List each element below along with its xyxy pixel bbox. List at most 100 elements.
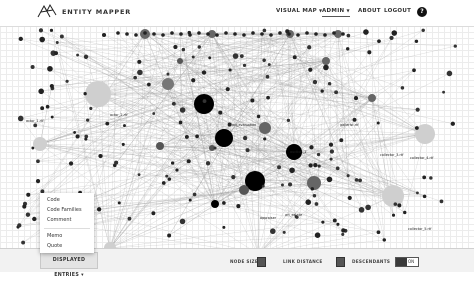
graph-node[interactable] bbox=[85, 81, 111, 107]
graph-node[interactable] bbox=[222, 226, 225, 229]
graph-node[interactable] bbox=[318, 164, 321, 167]
graph-node[interactable] bbox=[151, 211, 155, 215]
displayed-entries-button[interactable]: DISPLAYED ENTRIES ▾ bbox=[40, 252, 98, 269]
graph-node[interactable] bbox=[317, 153, 320, 156]
graph-node[interactable] bbox=[308, 68, 312, 72]
graph-node[interactable] bbox=[233, 53, 239, 59]
graph-node[interactable] bbox=[180, 219, 186, 225]
graph-node[interactable] bbox=[363, 29, 369, 35]
graph-node[interactable] bbox=[134, 33, 138, 37]
graph-node[interactable] bbox=[454, 44, 457, 47]
graph-node[interactable] bbox=[66, 80, 69, 83]
graph-node[interactable] bbox=[365, 205, 371, 211]
nav-admin[interactable]: ADMIN▼ bbox=[322, 8, 350, 17]
menu-item-memo[interactable]: Memo bbox=[47, 233, 62, 239]
graph-node[interactable] bbox=[346, 47, 349, 50]
graph-node[interactable] bbox=[31, 65, 35, 69]
graph-node[interactable] bbox=[263, 29, 267, 33]
graph-node[interactable] bbox=[222, 201, 226, 205]
graph-node[interactable] bbox=[123, 124, 126, 127]
graph-node[interactable] bbox=[347, 174, 350, 177]
graph-node[interactable] bbox=[198, 45, 201, 48]
graph-node[interactable] bbox=[36, 179, 40, 183]
graph-node[interactable] bbox=[330, 149, 334, 153]
graph-node[interactable] bbox=[39, 28, 43, 32]
graph-node[interactable] bbox=[122, 143, 125, 146]
graph-node[interactable] bbox=[18, 116, 24, 122]
graph-node[interactable] bbox=[161, 33, 165, 37]
graph-node[interactable] bbox=[397, 203, 401, 207]
graph-node[interactable] bbox=[56, 41, 59, 44]
graph-node[interactable] bbox=[147, 83, 151, 87]
graph-node[interactable] bbox=[305, 199, 311, 205]
graph-node[interactable] bbox=[266, 75, 270, 79]
graph-node[interactable] bbox=[259, 122, 271, 134]
graph-node[interactable] bbox=[195, 134, 199, 138]
graph-node[interactable] bbox=[177, 58, 183, 64]
graph-node[interactable] bbox=[143, 31, 147, 35]
graph-node[interactable] bbox=[133, 76, 137, 80]
graph-node[interactable] bbox=[355, 178, 359, 182]
graph-node[interactable] bbox=[321, 89, 324, 92]
graph-node[interactable] bbox=[165, 175, 168, 178]
graph-node[interactable] bbox=[296, 33, 300, 37]
graph-node[interactable] bbox=[168, 177, 172, 181]
graph-node[interactable] bbox=[97, 207, 101, 211]
graph-node[interactable] bbox=[38, 89, 44, 95]
graph-node[interactable] bbox=[102, 33, 106, 37]
graph-node[interactable] bbox=[423, 195, 426, 198]
graph-node[interactable] bbox=[322, 57, 330, 65]
menu-item-comment[interactable]: Comment bbox=[47, 217, 72, 223]
graph-node[interactable] bbox=[137, 70, 143, 76]
graph-node[interactable] bbox=[218, 111, 222, 115]
graph-node[interactable] bbox=[229, 69, 232, 72]
graph-node[interactable] bbox=[60, 35, 64, 39]
graph-node[interactable] bbox=[83, 92, 86, 95]
graph-node[interactable] bbox=[401, 86, 404, 89]
graph-node[interactable] bbox=[152, 112, 155, 115]
graph-node[interactable] bbox=[269, 33, 273, 37]
graph-node[interactable] bbox=[26, 212, 30, 216]
graph-node[interactable] bbox=[243, 136, 247, 140]
graph-node[interactable] bbox=[33, 124, 37, 128]
graph-node[interactable] bbox=[354, 96, 358, 100]
graph-node[interactable] bbox=[173, 45, 177, 49]
graph-node[interactable] bbox=[289, 167, 295, 173]
graph-node[interactable] bbox=[152, 32, 156, 36]
graph-node[interactable] bbox=[17, 223, 21, 227]
graph-node[interactable] bbox=[162, 181, 166, 185]
graph-node[interactable] bbox=[389, 36, 393, 40]
graph-node[interactable] bbox=[287, 32, 291, 36]
graph-node[interactable] bbox=[330, 158, 333, 161]
graph-node[interactable] bbox=[283, 231, 286, 234]
graph-node[interactable] bbox=[415, 40, 418, 43]
graph-node[interactable] bbox=[383, 238, 386, 241]
graph-node[interactable] bbox=[215, 33, 219, 37]
graph-node[interactable] bbox=[118, 201, 121, 204]
graph-node[interactable] bbox=[313, 80, 317, 84]
graph-node[interactable] bbox=[189, 199, 192, 202]
graph-node[interactable] bbox=[403, 211, 406, 214]
graph-node[interactable] bbox=[162, 78, 174, 90]
graph-node[interactable] bbox=[203, 99, 207, 103]
graph-node[interactable] bbox=[278, 31, 282, 35]
graph-node[interactable] bbox=[138, 173, 141, 176]
descendants-toggle[interactable]: ON bbox=[395, 257, 419, 267]
graph-node[interactable] bbox=[19, 37, 23, 41]
graph-node[interactable] bbox=[281, 184, 284, 187]
graph-node[interactable] bbox=[98, 154, 102, 158]
graph-node[interactable] bbox=[231, 175, 235, 179]
graph-node[interactable] bbox=[76, 54, 79, 57]
graph-node[interactable] bbox=[84, 55, 88, 59]
graph-node[interactable] bbox=[353, 118, 357, 122]
graph-node[interactable] bbox=[305, 31, 309, 35]
graph-node[interactable] bbox=[429, 176, 432, 179]
graph-node[interactable] bbox=[251, 31, 255, 35]
graph-node[interactable] bbox=[332, 31, 336, 35]
graph-node[interactable] bbox=[440, 200, 444, 204]
graph-node[interactable] bbox=[341, 228, 345, 232]
graph-node[interactable] bbox=[412, 68, 416, 72]
graph-node[interactable] bbox=[185, 135, 189, 139]
graph-node[interactable] bbox=[46, 105, 50, 109]
graph-node[interactable] bbox=[125, 32, 129, 36]
